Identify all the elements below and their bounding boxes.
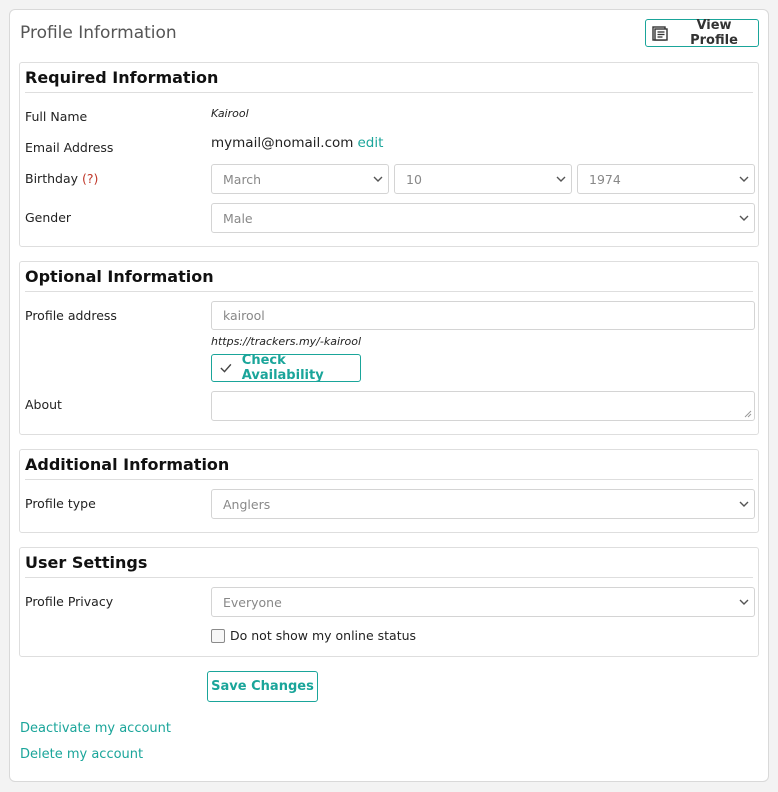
chevron-down-icon [739,215,749,221]
profile-panel: Profile Information View Profile Require… [9,9,769,782]
about-label: About [25,397,62,412]
view-profile-button[interactable]: View Profile [645,18,759,48]
email-edit-link[interactable]: edit [357,135,383,151]
gender-select[interactable]: Male [211,203,755,233]
additional-information-title: Additional Information [25,455,753,480]
email-value-row: mymail@nomail.com edit [211,135,383,151]
birthday-label: Birthday [25,171,79,186]
chevron-down-icon [739,176,749,182]
profile-url: https://trackers.my/-kairool [211,335,362,348]
delete-account-link[interactable]: Delete my account [20,747,143,762]
birthday-day-value: 10 [406,171,422,187]
profile-type-label: Profile type [25,496,96,511]
optional-information-title: Optional Information [25,267,753,292]
online-status-checkbox[interactable] [211,628,225,643]
user-settings-section: User Settings Profile Privacy Everyone D… [19,547,759,657]
birthday-year-select[interactable]: 1974 [577,164,755,194]
document-icon [652,25,668,41]
profile-type-value: Anglers [223,496,271,512]
profile-privacy-select[interactable]: Everyone [211,587,755,617]
birthday-month-value: March [223,171,262,187]
profile-type-select[interactable]: Anglers [211,489,755,519]
birthday-year-value: 1974 [589,171,621,187]
birthday-help-link[interactable]: (?) [82,171,98,186]
chevron-down-icon [373,176,383,182]
profile-privacy-value: Everyone [223,594,282,610]
online-status-row: Do not show my online status [211,628,416,643]
required-information-title: Required Information [25,68,753,93]
page-title: Profile Information [20,23,177,43]
additional-information-section: Additional Information Profile type Angl… [19,449,759,533]
user-settings-title: User Settings [25,553,753,578]
profile-address-placeholder: kairool [223,308,265,323]
gender-value: Male [223,210,253,226]
deactivate-account-link[interactable]: Deactivate my account [20,721,171,736]
optional-information-section: Optional Information Profile address kai… [19,261,759,435]
full-name-value: Kairool [211,107,249,120]
birthday-month-select[interactable]: March [211,164,389,194]
profile-address-input[interactable]: kairool [211,301,755,330]
online-status-label: Do not show my online status [230,628,417,643]
resize-handle-icon[interactable] [744,410,752,418]
gender-label: Gender [25,210,72,225]
chevron-down-icon [739,599,749,605]
checkmark-icon [220,363,232,373]
email-label: Email Address [25,140,114,155]
view-profile-label: View Profile [690,18,738,48]
save-changes-button[interactable]: Save Changes [207,671,318,702]
check-availability-button[interactable]: Check Availability [211,353,361,383]
required-information-section: Required Information Full Name Kairool E… [19,62,759,247]
chevron-down-icon [739,501,749,507]
check-availability-label: Check Availability [241,353,324,383]
full-name-label: Full Name [25,109,88,124]
birthday-label-row: Birthday (?) [25,171,98,186]
profile-address-label: Profile address [25,308,117,323]
birthday-day-select[interactable]: 10 [394,164,572,194]
chevron-down-icon [556,176,566,182]
about-textarea[interactable] [211,391,755,421]
email-value: mymail@nomail.com [211,135,354,151]
profile-privacy-label: Profile Privacy [25,594,114,609]
